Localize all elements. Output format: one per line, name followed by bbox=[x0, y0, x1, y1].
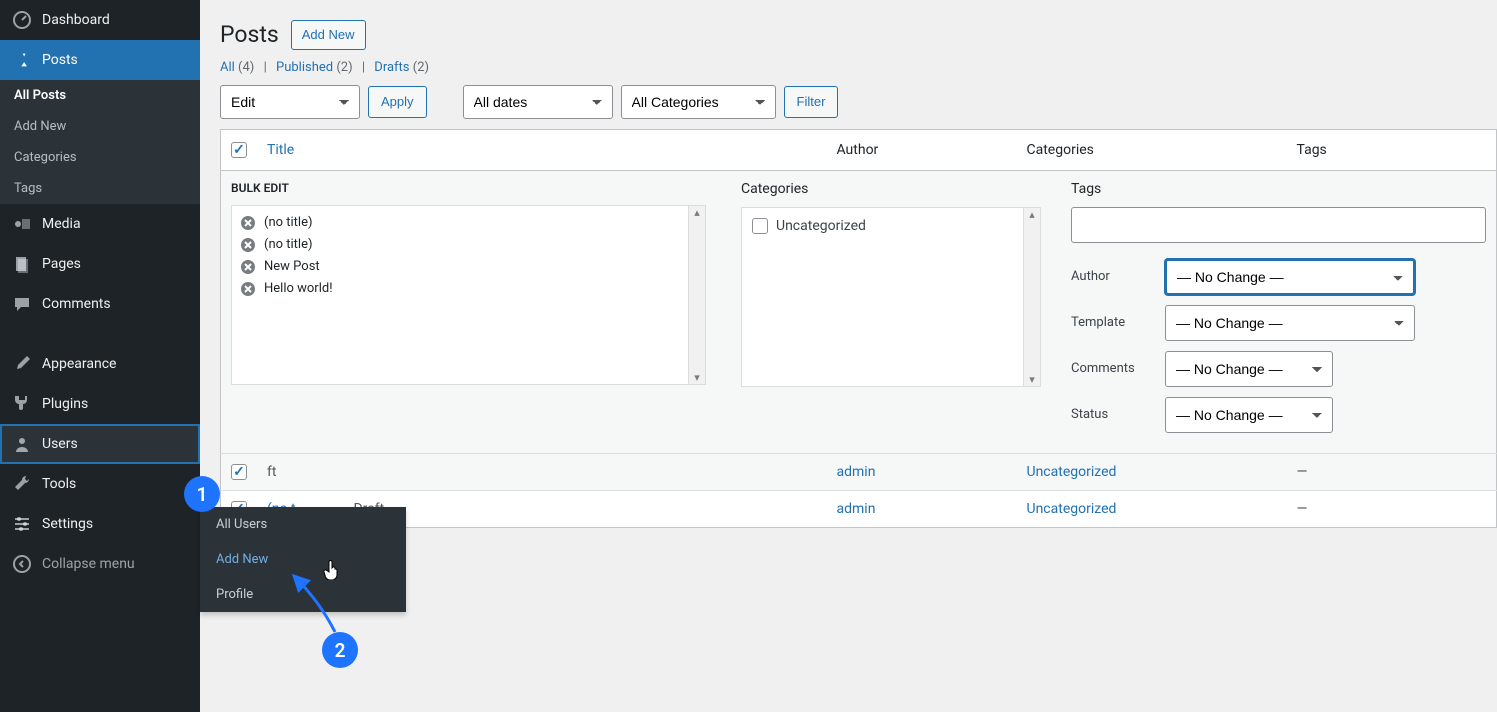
brush-icon bbox=[12, 354, 32, 374]
bulk-template-label: Template bbox=[1071, 315, 1165, 330]
bulk-comments-select[interactable]: — No Change — bbox=[1165, 351, 1333, 387]
sidebar-item-appearance[interactable]: Appearance bbox=[0, 344, 200, 384]
sidebar-label: Settings bbox=[42, 516, 93, 532]
pages-icon bbox=[12, 254, 32, 274]
bulk-item: New Post bbox=[240, 256, 697, 278]
bulk-action-select[interactable]: Edit bbox=[220, 85, 360, 119]
bulk-item: Hello world! bbox=[240, 278, 697, 300]
status-filter: All (4) | Published (2) | Drafts (2) bbox=[200, 60, 1497, 85]
scrollbar[interactable]: ▴▾ bbox=[688, 206, 705, 384]
bulk-posts-list: (no title) (no title) New Post Hello wor… bbox=[231, 205, 706, 385]
sidebar-item-media[interactable]: Media bbox=[0, 204, 200, 244]
bulk-edit-label: BULK EDIT bbox=[231, 181, 721, 195]
apply-button[interactable]: Apply bbox=[368, 86, 427, 118]
dashboard-icon bbox=[12, 10, 32, 30]
remove-icon[interactable] bbox=[240, 237, 256, 253]
remove-icon[interactable] bbox=[240, 215, 256, 231]
wrench-icon bbox=[12, 474, 32, 494]
sidebar-item-dashboard[interactable]: Dashboard bbox=[0, 0, 200, 40]
category-link[interactable]: Uncategorized bbox=[1027, 501, 1117, 517]
category-filter-select[interactable]: All Categories bbox=[621, 85, 776, 119]
table-row: ft admin Uncategorized — bbox=[221, 453, 1497, 490]
sidebar-item-pages[interactable]: Pages bbox=[0, 244, 200, 284]
comments-icon bbox=[12, 294, 32, 314]
author-link[interactable]: admin bbox=[837, 501, 876, 517]
flyout-add-new[interactable]: Add New bbox=[200, 542, 406, 577]
collapse-icon bbox=[12, 554, 32, 574]
posts-subnav: All Posts Add New Categories Tags bbox=[0, 80, 200, 204]
column-tags: Tags bbox=[1287, 129, 1497, 170]
sidebar-label: Dashboard bbox=[42, 12, 110, 28]
bulk-author-label: Author bbox=[1071, 269, 1165, 284]
sidebar-label: Tools bbox=[42, 476, 76, 492]
sidebar-item-settings[interactable]: Settings bbox=[0, 504, 200, 544]
sidebar-label: Collapse menu bbox=[42, 556, 135, 572]
sidebar-label: Appearance bbox=[42, 356, 116, 372]
flyout-all-users[interactable]: All Users bbox=[200, 507, 406, 542]
subnav-tags[interactable]: Tags bbox=[0, 173, 200, 204]
bulk-tags-input[interactable] bbox=[1071, 207, 1486, 243]
row-checkbox[interactable] bbox=[231, 464, 247, 480]
cursor-hand-icon bbox=[322, 560, 340, 584]
scrollbar[interactable]: ▴▾ bbox=[1023, 208, 1040, 386]
plug-icon bbox=[12, 394, 32, 414]
subnav-categories[interactable]: Categories bbox=[0, 142, 200, 173]
sidebar-item-tools[interactable]: Tools bbox=[0, 464, 200, 504]
subnav-all-posts[interactable]: All Posts bbox=[0, 80, 200, 111]
posts-table: Title Author Categories Tags BULK EDIT bbox=[220, 129, 1497, 528]
filter-published-link[interactable]: Published bbox=[276, 60, 333, 75]
bulk-author-select[interactable]: — No Change — bbox=[1165, 259, 1415, 295]
remove-icon[interactable] bbox=[240, 259, 256, 275]
user-icon bbox=[12, 434, 32, 454]
subnav-add-new[interactable]: Add New bbox=[0, 111, 200, 142]
sidebar-item-plugins[interactable]: Plugins bbox=[0, 384, 200, 424]
bulk-comments-label: Comments bbox=[1071, 361, 1165, 376]
users-flyout: All Users Add New Profile bbox=[200, 507, 406, 612]
table-row: (no t — Draft admin Uncategorized — bbox=[221, 490, 1497, 527]
sidebar-label: Plugins bbox=[42, 396, 88, 412]
flyout-profile[interactable]: Profile bbox=[200, 577, 406, 612]
bulk-item: (no title) bbox=[240, 234, 697, 256]
sidebar-item-users[interactable]: Users bbox=[0, 424, 200, 464]
callout-one: 1 bbox=[184, 476, 220, 512]
checkbox[interactable] bbox=[752, 218, 768, 234]
bulk-categories-list: Uncategorized ▴▾ bbox=[741, 207, 1041, 387]
author-link[interactable]: admin bbox=[837, 464, 876, 480]
sidebar-label: Posts bbox=[42, 52, 78, 68]
bulk-item: (no title) bbox=[240, 212, 697, 234]
category-uncategorized[interactable]: Uncategorized bbox=[752, 218, 1030, 234]
sidebar-label: Media bbox=[42, 216, 81, 232]
bulk-status-label: Status bbox=[1071, 407, 1165, 422]
filter-all-link[interactable]: All bbox=[220, 60, 235, 75]
media-icon bbox=[12, 214, 32, 234]
bulk-template-select[interactable]: — No Change — bbox=[1165, 305, 1415, 341]
sidebar-label: Pages bbox=[42, 256, 81, 272]
column-categories: Categories bbox=[1017, 129, 1287, 170]
filter-drafts-link[interactable]: Drafts bbox=[374, 60, 409, 75]
sidebar-label: Comments bbox=[42, 296, 111, 312]
admin-sidebar: Dashboard Posts All Posts Add New Catego… bbox=[0, 0, 200, 712]
sidebar-item-comments[interactable]: Comments bbox=[0, 284, 200, 324]
sidebar-collapse-menu[interactable]: Collapse menu bbox=[0, 544, 200, 584]
sidebar-label: Users bbox=[42, 436, 78, 452]
select-all-checkbox[interactable] bbox=[231, 142, 247, 158]
bulk-categories-label: Categories bbox=[741, 181, 1051, 197]
filter-button[interactable]: Filter bbox=[784, 86, 839, 118]
column-author: Author bbox=[827, 129, 1017, 170]
bulk-tags-label: Tags bbox=[1071, 181, 1486, 197]
date-filter-select[interactable]: All dates bbox=[463, 85, 613, 119]
remove-icon[interactable] bbox=[240, 281, 256, 297]
sidebar-item-posts[interactable]: Posts bbox=[0, 40, 200, 80]
column-title[interactable]: Title bbox=[257, 129, 827, 170]
page-title: Posts bbox=[220, 21, 279, 48]
bulk-status-select[interactable]: — No Change — bbox=[1165, 397, 1333, 433]
pin-icon bbox=[12, 50, 32, 70]
sliders-icon bbox=[12, 514, 32, 534]
category-link[interactable]: Uncategorized bbox=[1027, 464, 1117, 480]
add-new-button[interactable]: Add New bbox=[291, 20, 366, 50]
callout-two: 2 bbox=[322, 632, 358, 668]
